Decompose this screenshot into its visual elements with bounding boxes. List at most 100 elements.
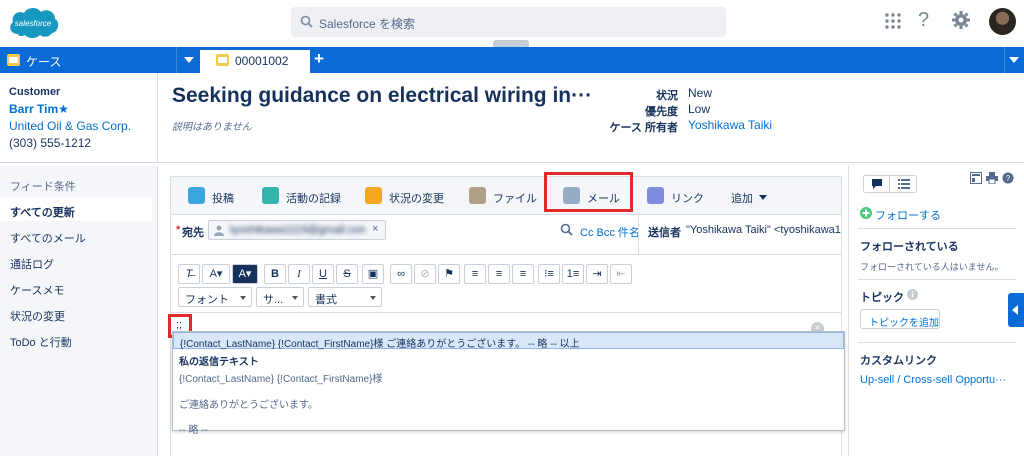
priority-label: 優先度 <box>645 106 678 118</box>
help-icon[interactable]: ? <box>1002 172 1014 184</box>
plus-circle-icon <box>860 207 872 219</box>
help-icon[interactable]: ? <box>918 9 929 32</box>
feed-filter-all-updates[interactable]: すべての更新 <box>0 197 152 221</box>
chevron-down-icon <box>759 195 767 200</box>
search-input[interactable]: Salesforce を検索 <box>319 15 415 32</box>
italic-button[interactable]: I <box>288 264 310 284</box>
feed-filter-call-logs[interactable]: 通話ログ <box>0 249 152 273</box>
feed-filter-heading: フィード条件 <box>10 181 76 193</box>
feed-filter-case-notes[interactable]: ケースメモ <box>0 275 152 299</box>
align-center-button[interactable]: ≡ <box>488 264 510 284</box>
console-tab-bar: ケース 00001002 + <box>0 47 1024 73</box>
suggestion-title[interactable]: 私の返信テキスト <box>179 353 259 368</box>
account-link[interactable]: United Oil & Gas Corp. <box>9 118 148 135</box>
feed-filter-todo-events[interactable]: ToDo と行動 <box>0 327 152 351</box>
sidebar-collapse-handle[interactable] <box>1008 293 1024 327</box>
search-icon <box>300 15 313 28</box>
global-search[interactable]: Salesforce を検索 <box>291 7 726 37</box>
suggestion-line: -- 略 -- <box>179 425 208 436</box>
contact-phone: (303) 555-1212 <box>9 136 92 150</box>
remove-recipient-icon[interactable]: × <box>372 223 378 235</box>
tab-overflow-dropdown[interactable] <box>1004 47 1024 73</box>
tab-case-dropdown[interactable] <box>176 47 200 73</box>
case-icon <box>216 54 229 66</box>
tab-record[interactable]: 00001002 <box>200 47 310 73</box>
flag-button[interactable]: ⚑ <box>438 264 460 284</box>
strikethrough-button[interactable]: S <box>336 264 358 284</box>
app-launcher-icon[interactable] <box>885 13 901 29</box>
chevron-down-icon <box>184 57 194 63</box>
format-select[interactable]: 書式 <box>308 287 382 307</box>
tab-link-label: リンク <box>671 193 704 205</box>
feed-filter-all-emails[interactable]: すべてのメール <box>0 223 152 247</box>
text-color-button[interactable]: A▾ <box>202 264 230 284</box>
from-value[interactable]: "Yoshikawa Taiki" <tyoshikawa1 <box>686 224 841 236</box>
link-button[interactable]: ∞ <box>390 264 412 284</box>
numbered-list-button[interactable]: 1≡ <box>562 264 584 284</box>
info-icon[interactable] <box>907 289 918 300</box>
layout-icon[interactable] <box>970 172 982 184</box>
underline-button[interactable]: U <box>312 264 334 284</box>
font-size-select[interactable]: サ... <box>256 287 304 307</box>
publisher-tabs: 投稿 活動の記録 状況の変更 ファイル メール リンク 追加 <box>171 172 841 215</box>
topics-heading: トピック <box>860 292 904 304</box>
tab-change-status-label: 状況の変更 <box>389 193 444 205</box>
post-icon <box>188 187 205 204</box>
required-mark: * <box>176 224 181 236</box>
align-right-button[interactable]: ≡ <box>512 264 534 284</box>
tab-more-label: 追加 <box>731 193 753 205</box>
priority-value: Low <box>688 102 711 116</box>
format-value: 書式 <box>315 294 337 306</box>
add-tab-button[interactable]: + <box>314 49 324 69</box>
tab-case-navigation[interactable]: ケース <box>0 47 175 73</box>
outdent-button[interactable]: ⇤ <box>610 264 632 284</box>
cc-bcc-subject-link[interactable]: Cc Bcc 件名 <box>580 224 640 240</box>
svg-text:?: ? <box>1006 174 1011 183</box>
indent-button[interactable]: ⇥ <box>586 264 608 284</box>
case-description: 説明はありません <box>172 122 252 133</box>
status-label: 状況 <box>656 90 678 102</box>
unlink-button[interactable]: ⊘ <box>414 264 436 284</box>
custom-links-heading: カスタムリンク <box>860 355 937 367</box>
gear-icon[interactable] <box>952 11 970 29</box>
add-topic-button[interactable]: トピックを追加 <box>860 309 940 329</box>
highlight-color-button[interactable]: A▾ <box>232 264 258 284</box>
owner-link[interactable]: Yoshikawa Taiki <box>688 118 772 132</box>
user-avatar[interactable] <box>989 8 1016 35</box>
follow-link[interactable]: フォローする <box>875 207 941 223</box>
from-label: 送信者 <box>648 227 681 239</box>
header-handle[interactable] <box>493 40 529 47</box>
to-label: 宛先 <box>182 227 204 239</box>
font-family-select[interactable]: フォント <box>178 287 252 307</box>
search-icon[interactable] <box>560 223 573 236</box>
chat-icon[interactable] <box>864 176 890 192</box>
contact-name-link[interactable]: Barr Tim★ <box>9 101 148 118</box>
list-icon[interactable] <box>891 176 917 192</box>
lightning-icon <box>365 187 382 204</box>
case-subject: Seeking guidance on electrical wiring in… <box>172 84 593 107</box>
bullet-list-button[interactable]: ⁝≡ <box>538 264 560 284</box>
print-icon[interactable] <box>986 172 998 184</box>
custom-link[interactable]: Up-sell / Cross-sell Opportu··· <box>860 374 1006 386</box>
recipient-chip[interactable]: tyoshikawa1119@gmail.com × <box>208 220 386 240</box>
sender-field: 送信者 "Yoshikawa Taiki" <tyoshikawa1 <box>638 215 841 255</box>
recipient-row: * 宛先 tyoshikawa1119@gmail.com × Cc Bcc 件… <box>171 215 841 255</box>
tab-post-label: 投稿 <box>212 193 234 205</box>
tab-log-call-label: 活動の記録 <box>286 193 341 205</box>
suggestion-highlighted[interactable]: {!Contact_LastName} {!Contact_FirstName}… <box>173 332 844 350</box>
salesforce-logo[interactable]: salesforce <box>6 4 60 41</box>
record-header: Customer Barr Tim★ United Oil & Gas Corp… <box>0 73 1024 163</box>
chevron-down-icon <box>292 296 298 300</box>
chevron-down-icon <box>240 296 246 300</box>
bold-button[interactable]: B <box>264 264 286 284</box>
image-button[interactable]: ▣ <box>362 264 384 284</box>
feed-filter-status-changes[interactable]: 状況の変更 <box>0 301 152 325</box>
clear-format-button[interactable]: T̶ <box>178 264 200 284</box>
chevron-down-icon <box>1009 57 1019 63</box>
case-icon <box>7 54 20 66</box>
file-icon <box>469 187 486 204</box>
align-left-button[interactable]: ≡ <box>464 264 486 284</box>
divider <box>858 279 1016 280</box>
status-value: New <box>688 86 713 100</box>
right-sidebar: ? フォローする フォローされている フォローされている人はいません。 トピック… <box>848 166 1024 456</box>
